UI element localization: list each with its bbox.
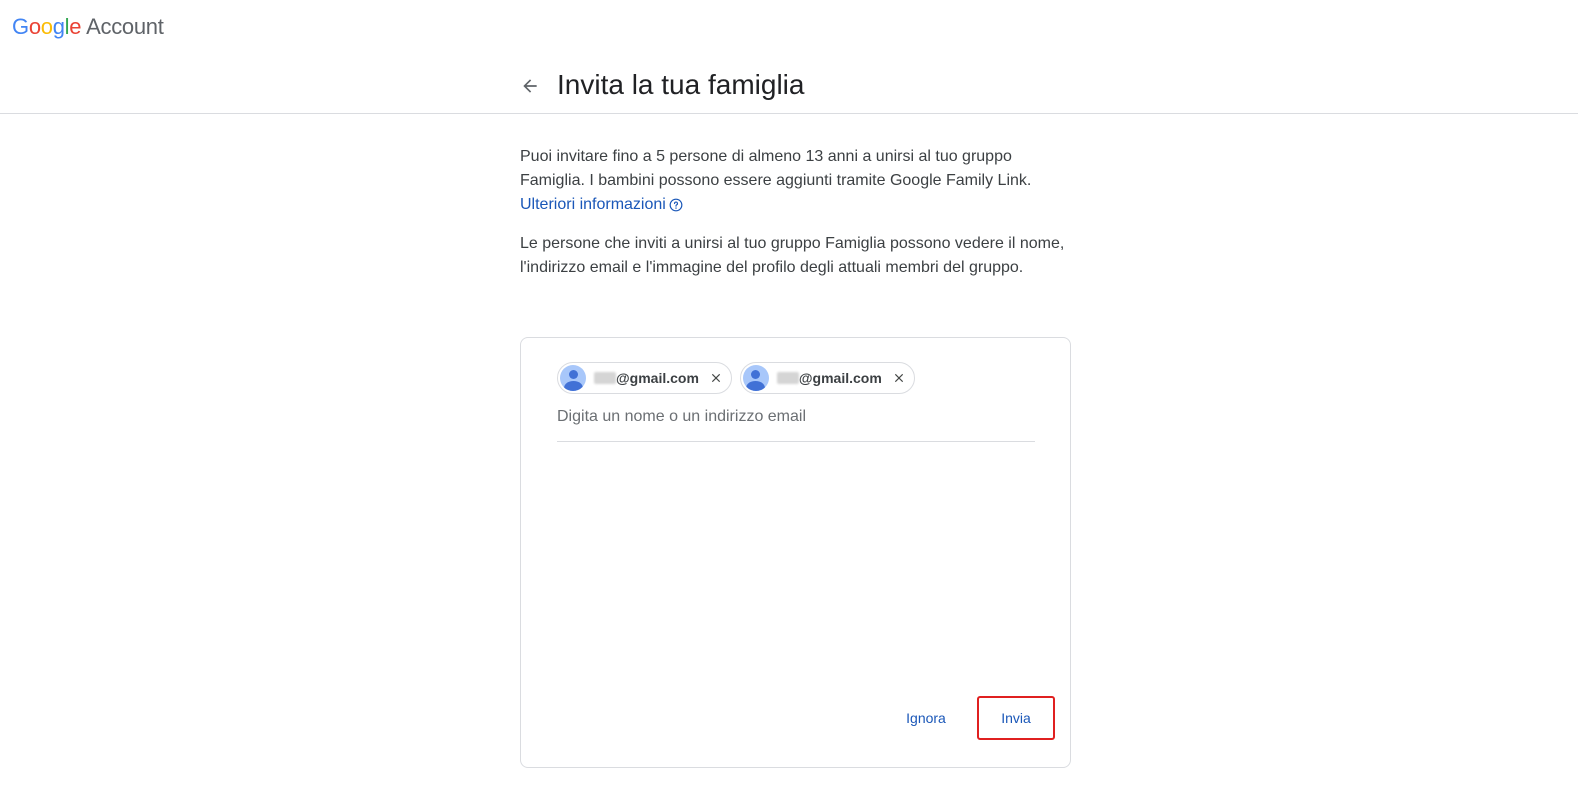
page-header: Invita la tua famiglia bbox=[0, 60, 1578, 114]
logo-letter: g bbox=[52, 14, 65, 39]
logo-letter: o bbox=[28, 14, 41, 39]
send-button[interactable]: Invia bbox=[977, 696, 1055, 740]
redacted-text bbox=[776, 372, 799, 384]
email-domain: @gmail.com bbox=[616, 370, 699, 386]
ignore-button[interactable]: Ignora bbox=[891, 698, 961, 738]
recipient-chip[interactable]: @gmail.com bbox=[557, 362, 732, 394]
person-avatar-icon bbox=[742, 365, 769, 391]
close-icon bbox=[711, 373, 720, 383]
learn-more-label: Ulteriori informazioni bbox=[520, 196, 666, 213]
privacy-paragraph: Le persone che inviti a unirsi al tuo gr… bbox=[520, 235, 1065, 276]
invite-card: @gmail.com @gmail.com Ignora Invia bbox=[520, 337, 1071, 768]
learn-more-link[interactable]: Ulteriori informazioni bbox=[520, 193, 683, 217]
email-domain: @gmail.com bbox=[798, 370, 882, 386]
page-title: Invita la tua famiglia bbox=[557, 69, 805, 100]
recipient-input[interactable] bbox=[557, 406, 1035, 426]
recipient-email: @gmail.com bbox=[594, 370, 699, 386]
google-account-logo[interactable]: Google Account bbox=[12, 14, 164, 40]
logo-suffix: Account bbox=[86, 14, 164, 39]
logo-letter: e bbox=[69, 14, 82, 39]
recipient-email: @gmail.com bbox=[776, 370, 882, 386]
recipient-chips: @gmail.com @gmail.com bbox=[557, 362, 915, 394]
logo-letter: o bbox=[40, 14, 53, 39]
back-button[interactable] bbox=[516, 72, 544, 100]
close-icon bbox=[894, 373, 903, 383]
recipient-chip[interactable]: @gmail.com bbox=[739, 362, 915, 394]
logo-letter: G bbox=[12, 14, 29, 39]
help-circle-icon bbox=[669, 198, 683, 212]
person-avatar-icon bbox=[560, 365, 586, 391]
arrow-back-icon bbox=[523, 79, 537, 93]
recipient-input-field[interactable] bbox=[557, 406, 1035, 442]
remove-recipient-button[interactable] bbox=[890, 369, 908, 387]
intro-text: Puoi invitare fino a 5 persone di almeno… bbox=[520, 145, 1065, 217]
intro-paragraph: Puoi invitare fino a 5 persone di almeno… bbox=[520, 148, 1032, 189]
redacted-text bbox=[594, 372, 616, 384]
remove-recipient-button[interactable] bbox=[707, 369, 725, 387]
